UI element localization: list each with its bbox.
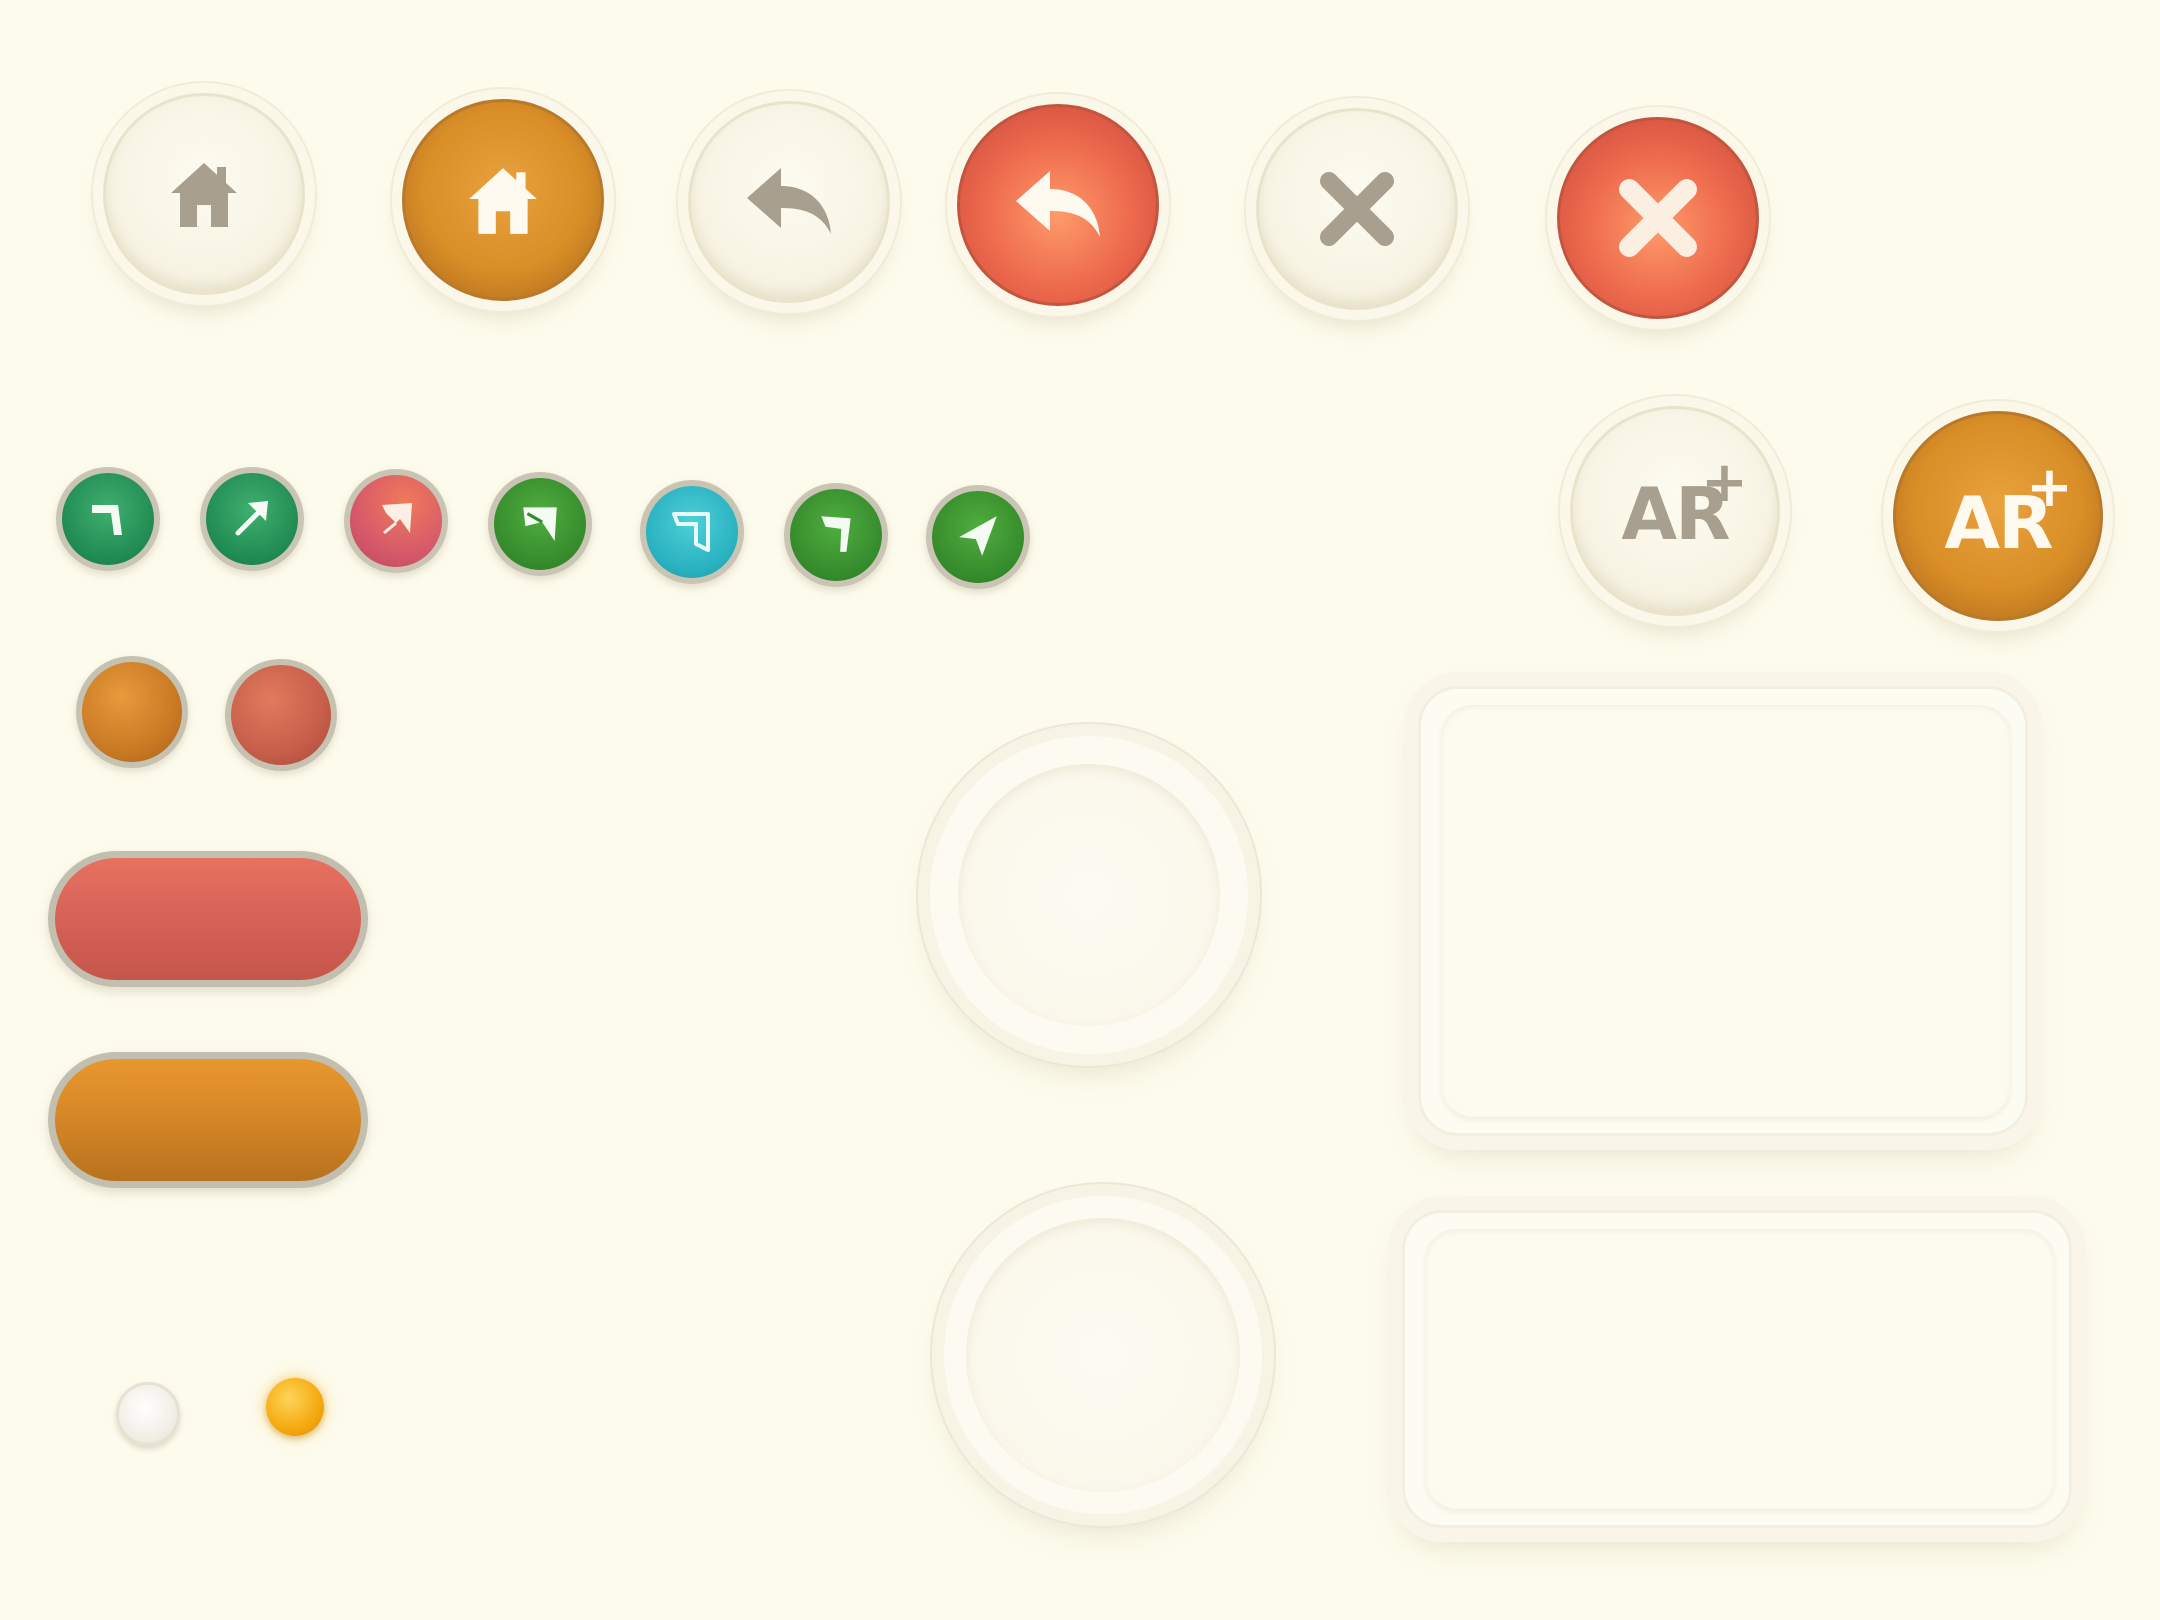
ar-button-active[interactable]: AR + — [1893, 411, 2103, 621]
navigation-arrow-icon — [955, 512, 1001, 562]
back-arrow-icon — [1010, 165, 1106, 245]
pointer-arrow-icon — [374, 497, 418, 545]
back-arrow-icon — [741, 162, 837, 242]
turn-right-arrow-icon — [813, 510, 859, 560]
orange-pill-button[interactable] — [48, 1052, 368, 1188]
circle-slot-inner — [958, 764, 1220, 1026]
back-button-active[interactable] — [957, 104, 1159, 306]
ar-plus-sign: + — [1701, 450, 1748, 515]
home-icon — [463, 160, 543, 240]
close-button-active[interactable] — [1557, 117, 1759, 319]
ar-plus-sign: + — [2026, 455, 2073, 520]
diagonal-up-right-arrow-icon — [230, 495, 274, 543]
turn-down-arrow-button[interactable] — [640, 480, 744, 584]
empty-circle-slot[interactable] — [930, 736, 1248, 1054]
red-pill-button[interactable] — [48, 851, 368, 987]
close-icon — [1317, 169, 1397, 249]
diagonal-arrow-button[interactable] — [200, 467, 304, 571]
circle-slot-inner — [966, 1218, 1240, 1492]
rect-panel-inner — [1425, 1229, 2055, 1509]
home-button[interactable] — [103, 93, 305, 295]
pointer-arrow-button[interactable] — [488, 472, 592, 576]
close-button[interactable] — [1256, 108, 1458, 310]
back-button[interactable] — [688, 101, 890, 303]
empty-rect-panel[interactable] — [1418, 686, 2028, 1136]
close-icon — [1617, 177, 1699, 259]
orange-round-button[interactable] — [76, 656, 188, 768]
home-button-active[interactable] — [402, 99, 604, 301]
turn-down-arrow-icon — [668, 506, 716, 558]
ar-button[interactable]: AR + — [1570, 406, 1780, 616]
home-icon — [165, 155, 243, 233]
rect-panel-inner — [1441, 705, 2011, 1117]
empty-rect-panel[interactable] — [1402, 1210, 2072, 1528]
navigation-arrow-button[interactable] — [926, 485, 1030, 589]
indicator-dot-active[interactable] — [266, 1378, 324, 1436]
turn-left-arrow-icon — [86, 495, 130, 543]
turn-right-arrow-button[interactable] — [784, 483, 888, 587]
empty-circle-slot[interactable] — [944, 1196, 1262, 1514]
pointer-arrow-icon — [517, 499, 563, 549]
pointer-arrow-button[interactable] — [344, 469, 448, 573]
red-round-button[interactable] — [225, 659, 337, 771]
indicator-dot-inactive[interactable] — [116, 1382, 180, 1446]
turn-left-arrow-button[interactable] — [56, 467, 160, 571]
